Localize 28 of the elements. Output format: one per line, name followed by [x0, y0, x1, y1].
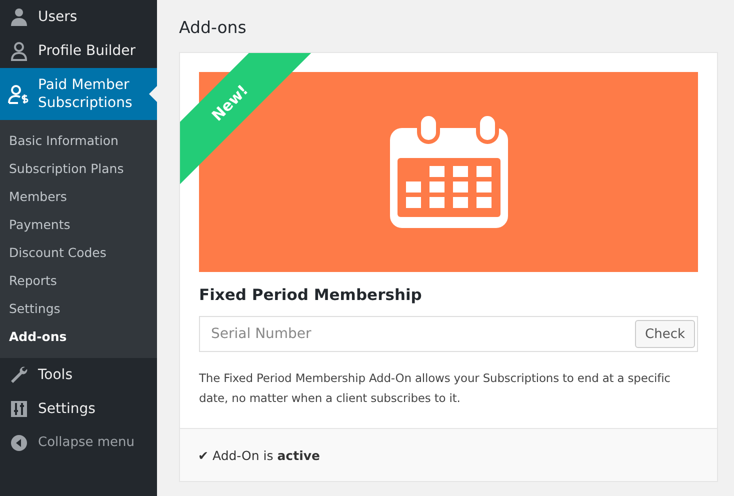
page-title: Add-ons: [179, 18, 248, 37]
menu-item[interactable]: Users: [0, 0, 157, 34]
serial-number-field[interactable]: Serial Number Check: [199, 316, 698, 352]
submenu-item[interactable]: Reports: [0, 267, 157, 295]
submenu-item[interactable]: Basic Information: [0, 127, 157, 155]
submenu-item[interactable]: Payments: [0, 211, 157, 239]
sliders-icon: [10, 400, 28, 418]
addon-status: Add-On is active: [212, 448, 320, 462]
submenu-item[interactable]: Discount Codes: [0, 239, 157, 267]
submenu-item[interactable]: Members: [0, 183, 157, 211]
menu-item[interactable]: Settings: [0, 392, 157, 426]
person-dollar-icon: [8, 84, 30, 104]
menu-item[interactable]: Tools: [0, 358, 157, 392]
collapse-icon: [10, 434, 28, 452]
wrench-icon: [9, 365, 29, 385]
user-icon: [9, 7, 29, 27]
person-icon: [9, 41, 29, 61]
addon-description: The Fixed Period Membership Add-On allows your Subscriptions to end at a specific date, no matter when a client subscribes to it.: [199, 370, 672, 407]
submenu-item[interactable]: Subscription Plans: [0, 155, 157, 183]
submenu-item[interactable]: Add-ons: [0, 323, 157, 351]
check-button[interactable]: Check: [635, 320, 695, 348]
calendar-icon: [390, 116, 508, 228]
menu-item[interactable]: Paid Member Subscriptions: [0, 68, 157, 120]
collapse-menu-button[interactable]: Collapse menu: [0, 426, 157, 460]
addon-title: Fixed Period Membership: [199, 286, 423, 304]
check-mark-icon: ✔: [198, 448, 208, 462]
menu-item[interactable]: Profile Builder: [0, 34, 157, 68]
submenu-item[interactable]: Settings: [0, 295, 157, 323]
